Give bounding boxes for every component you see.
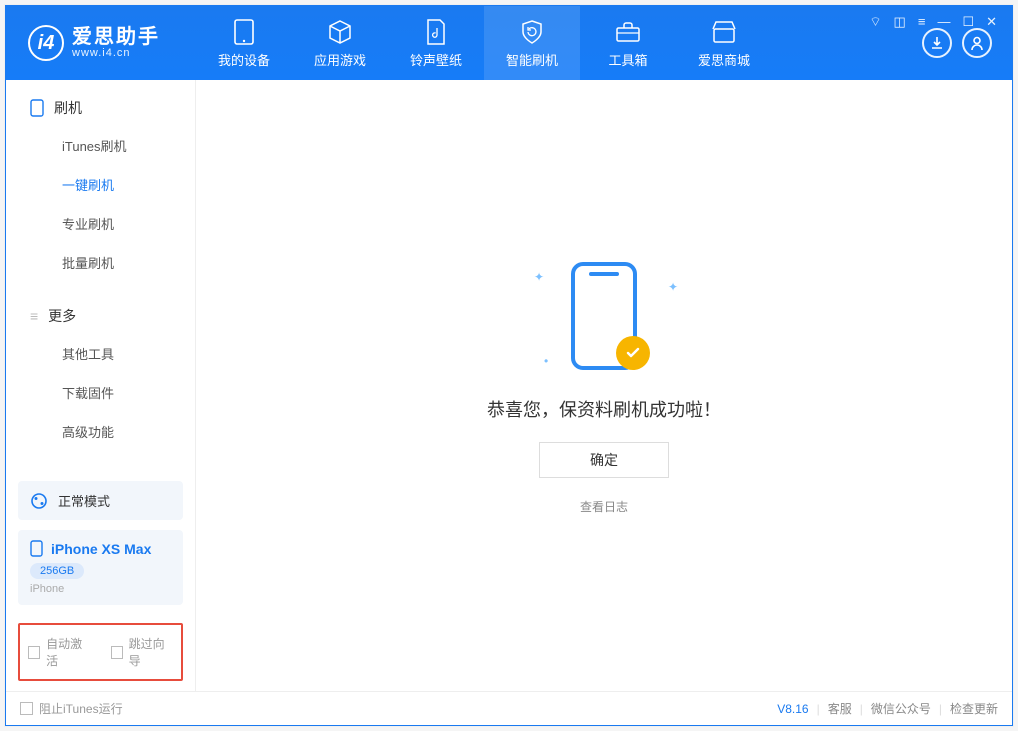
checkbox-icon [28, 646, 40, 659]
checkbox-label: 自动激活 [46, 635, 90, 669]
success-illustration: ✦ ✦ • [524, 256, 684, 376]
mode-label: 正常模式 [58, 491, 110, 510]
checkbox-block-itunes[interactable]: 阻止iTunes运行 [20, 700, 123, 717]
header-right [922, 28, 1012, 58]
main-nav: 我的设备 应用游戏 铃声壁纸 智能刷机 工具箱 爱思商城 [196, 6, 772, 80]
device-capacity: 256GB [30, 563, 84, 579]
nav-my-device[interactable]: 我的设备 [196, 6, 292, 80]
group-label: 更多 [48, 306, 76, 326]
ok-button[interactable]: 确定 [539, 442, 669, 478]
minimize-button[interactable]: — [934, 14, 953, 30]
window-icon[interactable]: ◫ [891, 14, 909, 30]
close-button[interactable]: ✕ [983, 14, 1000, 30]
music-file-icon [422, 18, 450, 46]
sidebar-item-oneclick-flash[interactable]: 一键刷机 [6, 165, 195, 204]
version-label: V8.16 [777, 702, 808, 716]
options-highlight: 自动激活 跳过向导 [18, 623, 183, 681]
nav-store[interactable]: 爱思商城 [676, 6, 772, 80]
body: 刷机 iTunes刷机 一键刷机 专业刷机 批量刷机 ≡ 更多 其他工具 下载固… [6, 80, 1012, 691]
app-subtitle: www.i4.cn [72, 47, 160, 59]
nav-apps-games[interactable]: 应用游戏 [292, 6, 388, 80]
view-log-link[interactable]: 查看日志 [580, 498, 628, 515]
checkbox-label: 跳过向导 [129, 635, 173, 669]
logo-badge-icon: i4 [28, 25, 64, 61]
nav-label: 应用游戏 [314, 50, 366, 69]
checkbox-skip-guide[interactable]: 跳过向导 [111, 635, 174, 669]
nav-smart-flash[interactable]: 智能刷机 [484, 6, 580, 80]
sidebar: 刷机 iTunes刷机 一键刷机 专业刷机 批量刷机 ≡ 更多 其他工具 下载固… [6, 80, 196, 691]
sidebar-item-advanced[interactable]: 高级功能 [6, 412, 195, 451]
toolbox-icon [614, 18, 642, 46]
sidebar-item-itunes-flash[interactable]: iTunes刷机 [6, 126, 195, 165]
shop-icon [710, 18, 738, 46]
link-check-update[interactable]: 检查更新 [950, 700, 998, 717]
cube-icon [326, 18, 354, 46]
nav-label: 爱思商城 [698, 50, 750, 69]
checkbox-icon [20, 702, 33, 715]
titlebar-controls: ⌔ ◫ ≡ — ☐ ✕ [866, 14, 1000, 30]
sidebar-group-flash: 刷机 [6, 80, 195, 120]
sparkle-icon: ✦ [668, 280, 678, 294]
device-card[interactable]: iPhone XS Max 256GB iPhone [18, 530, 183, 605]
menu-list-icon: ≡ [30, 308, 38, 324]
tshirt-icon[interactable]: ⌔ [866, 14, 884, 30]
checkbox-auto-activate[interactable]: 自动激活 [28, 635, 91, 669]
nav-label: 铃声壁纸 [410, 50, 462, 69]
success-message: 恭喜您，保资料刷机成功啦！ [487, 396, 721, 422]
separator: | [817, 702, 820, 716]
nav-toolbox[interactable]: 工具箱 [580, 6, 676, 80]
nav-label: 工具箱 [608, 50, 647, 69]
refresh-shield-icon [518, 18, 546, 46]
mode-icon [30, 492, 48, 510]
sidebar-item-pro-flash[interactable]: 专业刷机 [6, 204, 195, 243]
sidebar-item-batch-flash[interactable]: 批量刷机 [6, 243, 195, 282]
device-icon [230, 18, 258, 46]
maximize-button[interactable]: ☐ [959, 14, 977, 30]
separator: | [939, 702, 942, 716]
link-wechat[interactable]: 微信公众号 [871, 700, 931, 717]
separator: | [860, 702, 863, 716]
sidebar-group-more: ≡ 更多 [6, 288, 195, 328]
logo: i4 爱思助手 www.i4.cn [6, 25, 196, 61]
phone-small-icon [30, 540, 43, 557]
device-name: iPhone XS Max [51, 541, 151, 557]
sidebar-item-download-firmware[interactable]: 下载固件 [6, 373, 195, 412]
app-window: ⌔ ◫ ≡ — ☐ ✕ i4 爱思助手 www.i4.cn 我的设备 应用游戏 [5, 5, 1013, 726]
logo-text: 爱思助手 www.i4.cn [72, 27, 160, 59]
group-label: 刷机 [54, 98, 82, 118]
header: ⌔ ◫ ≡ — ☐ ✕ i4 爱思助手 www.i4.cn 我的设备 应用游戏 [6, 6, 1012, 80]
sparkle-icon: • [544, 354, 548, 368]
menu-icon[interactable]: ≡ [915, 14, 929, 30]
mode-card[interactable]: 正常模式 [18, 481, 183, 520]
sidebar-items-flash: iTunes刷机 一键刷机 专业刷机 批量刷机 [6, 120, 195, 288]
nav-ringtones-wallpapers[interactable]: 铃声壁纸 [388, 6, 484, 80]
checkbox-icon [111, 646, 123, 659]
checkbox-label: 阻止iTunes运行 [39, 700, 123, 717]
user-button[interactable] [962, 28, 992, 58]
device-type: iPhone [30, 583, 171, 595]
nav-label: 我的设备 [218, 50, 270, 69]
sparkle-icon: ✦ [534, 270, 544, 284]
link-support[interactable]: 客服 [828, 700, 852, 717]
sidebar-items-more: 其他工具 下载固件 高级功能 [6, 328, 195, 457]
app-title: 爱思助手 [72, 27, 160, 47]
main-panel: ✦ ✦ • 恭喜您，保资料刷机成功啦！ 确定 查看日志 [196, 80, 1012, 691]
download-button[interactable] [922, 28, 952, 58]
checkmark-badge-icon [616, 336, 650, 370]
statusbar: 阻止iTunes运行 V8.16 | 客服 | 微信公众号 | 检查更新 [6, 691, 1012, 725]
phone-icon [30, 99, 44, 117]
nav-label: 智能刷机 [506, 50, 558, 69]
sidebar-item-other-tools[interactable]: 其他工具 [6, 334, 195, 373]
